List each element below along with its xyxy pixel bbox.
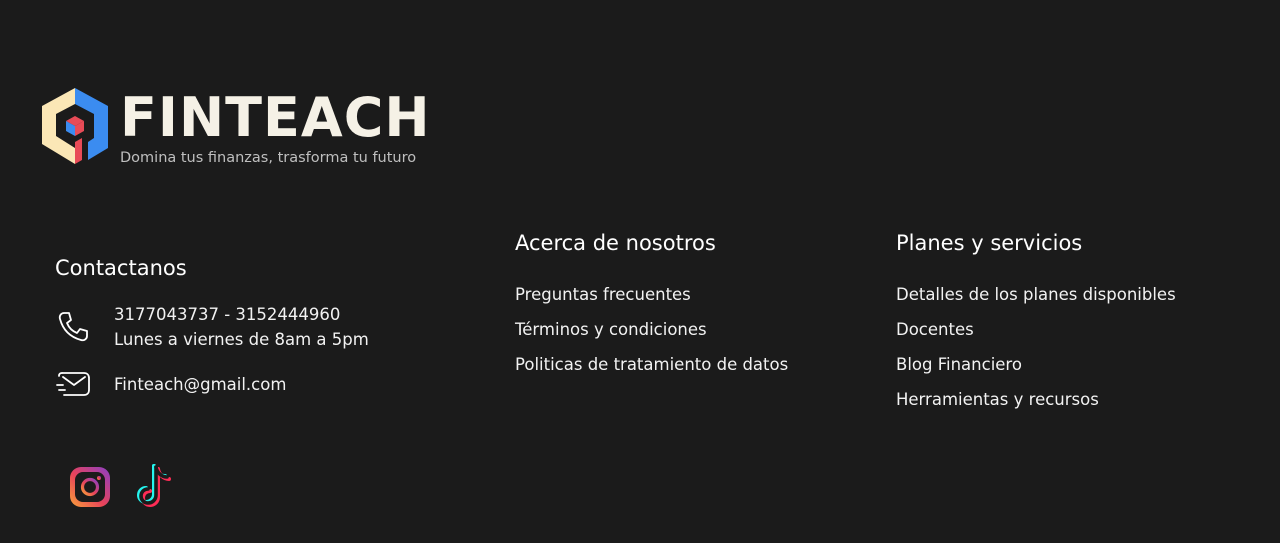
contact-section: Contactanos (55, 256, 187, 280)
brand-logo[interactable]: FINTEACH Domina tus finanzas, trasforma … (40, 86, 480, 176)
instagram-icon[interactable] (67, 463, 112, 511)
contact-title: Contactanos (55, 256, 187, 280)
finteach-logo-icon (42, 88, 108, 164)
link-politicas-datos[interactable]: Politicas de tratamiento de datos (515, 347, 788, 382)
phone-icon (55, 309, 91, 345)
contact-email[interactable]: Finteach@gmail.com (114, 372, 286, 397)
contact-hours: Lunes a viernes de 8am a 5pm (114, 330, 369, 349)
about-section: Acerca de nosotros Preguntas frecuentes … (515, 231, 788, 382)
social-links (67, 463, 177, 511)
mail-icon (55, 366, 91, 402)
brand-tagline: Domina tus finanzas, trasforma tu futuro (120, 150, 417, 166)
plans-title: Planes y servicios (896, 231, 1083, 255)
contact-phones[interactable]: 3177043737 - 3152444960 (114, 302, 369, 327)
tiktok-icon[interactable] (132, 463, 177, 511)
contact-phone-row: 3177043737 - 3152444960 Lunes a viernes … (55, 302, 369, 352)
link-docentes[interactable]: Docentes (896, 312, 1176, 347)
link-detalles-planes[interactable]: Detalles de los planes disponibles (896, 277, 1176, 312)
link-terminos-condiciones[interactable]: Términos y condiciones (515, 312, 788, 347)
contact-email-row: Finteach@gmail.com (55, 366, 286, 402)
plans-section: Planes y servicios Detalles de los plane… (896, 231, 1176, 417)
site-footer: FINTEACH Domina tus finanzas, trasforma … (0, 0, 1280, 543)
about-title: Acerca de nosotros (515, 231, 716, 255)
brand-name: FINTEACH (120, 86, 431, 149)
link-preguntas-frecuentes[interactable]: Preguntas frecuentes (515, 277, 788, 312)
link-herramientas-recursos[interactable]: Herramientas y recursos (896, 382, 1176, 417)
link-blog-financiero[interactable]: Blog Financiero (896, 347, 1176, 382)
